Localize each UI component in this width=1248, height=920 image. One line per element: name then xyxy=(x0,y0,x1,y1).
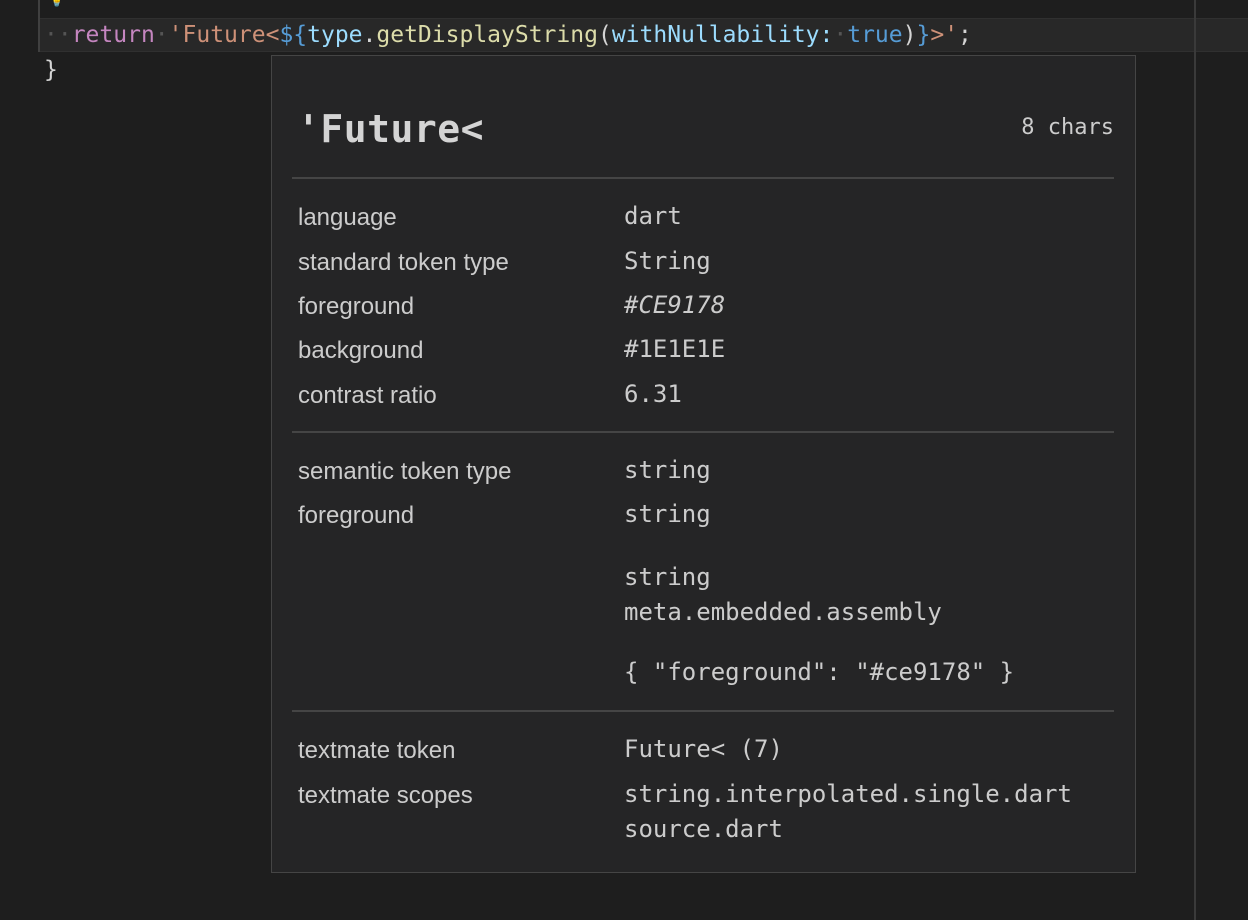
label-semantic-foreground: foreground xyxy=(298,502,415,529)
value-language: dart xyxy=(624,202,682,230)
row-background: background #1E1E1E xyxy=(298,331,1118,371)
code-line-return[interactable]: ··return·'Future<${type.getDisplayString… xyxy=(44,18,972,52)
row-standard-token-type: standard token type String xyxy=(298,243,1118,283)
boolean-literal: true xyxy=(847,22,903,48)
row-textmate-token: textmate token Future< (7) xyxy=(298,731,1118,771)
row-rule-selector-1: string xyxy=(298,559,1118,599)
value-rule-json: { "foreground": "#ce9178" } xyxy=(624,658,1015,686)
value-foreground: #CE9178 xyxy=(624,291,726,319)
row-language: language dart xyxy=(298,198,1118,238)
value-background: #1E1E1E xyxy=(624,335,726,363)
string-literal-end: >' xyxy=(930,22,959,48)
interpolation-open: ${ xyxy=(279,22,308,48)
closing-brace: } xyxy=(44,57,58,83)
hover-header: 'Future< 8 chars xyxy=(292,100,1114,160)
value-contrast-ratio: 6.31 xyxy=(624,380,682,408)
value-rule-selector-2: meta.embedded.assembly xyxy=(624,598,942,626)
row-textmate-scopes: textmate scopes string.interpolated.sing… xyxy=(298,776,1118,816)
row-rule-selector-2: meta.embedded.assembly xyxy=(298,594,1118,634)
label-textmate-scopes: textmate scopes xyxy=(298,782,473,809)
interpolation-close: } xyxy=(916,22,931,48)
row-foreground: foreground #CE9178 xyxy=(298,287,1118,327)
label-foreground: foreground xyxy=(298,293,415,320)
section-divider xyxy=(292,710,1114,712)
char-count: 8 chars xyxy=(1021,115,1114,140)
token-inspector-hover[interactable]: 'Future< 8 chars language dart standard … xyxy=(271,55,1136,873)
value-textmate-scope-2: source.dart xyxy=(624,815,783,843)
value-standard-token-type: String xyxy=(624,247,711,275)
section-divider xyxy=(292,177,1114,179)
value-rule-selector-1: string xyxy=(624,563,711,591)
paren-close: ) xyxy=(902,22,917,48)
indent-whitespace: ·· xyxy=(44,22,72,48)
label-language: language xyxy=(298,204,397,231)
editor-ruler xyxy=(1194,0,1196,920)
lightbulb-icon[interactable]: 💡 xyxy=(48,0,65,7)
label-semantic-token-type: semantic token type xyxy=(298,458,512,485)
token-text: 'Future< xyxy=(297,107,485,151)
label-contrast-ratio: contrast ratio xyxy=(298,382,437,409)
label-background: background xyxy=(298,337,424,364)
keyword-return: return xyxy=(71,22,155,48)
value-semantic-token-type: string xyxy=(624,456,711,484)
code-line-closing-brace[interactable]: } xyxy=(44,53,58,87)
whitespace-dot-2: · xyxy=(833,22,848,48)
identifier-type: type xyxy=(307,22,363,48)
string-literal-start: 'Future< xyxy=(168,22,280,48)
row-rule-json: { "foreground": "#ce9178" } xyxy=(298,654,1118,694)
named-parameter: withNullability: xyxy=(611,22,834,48)
method-name: getDisplayString xyxy=(376,22,598,48)
label-standard-token-type: standard token type xyxy=(298,249,509,276)
row-semantic-foreground: foreground string xyxy=(298,496,1118,536)
row-textmate-scope-2: source.dart xyxy=(298,811,1118,851)
value-textmate-scope-1: string.interpolated.single.dart xyxy=(624,780,1072,808)
value-textmate-token: Future< (7) xyxy=(624,735,783,763)
dot-operator: . xyxy=(362,22,377,48)
value-semantic-foreground: string xyxy=(624,500,711,528)
semicolon: ; xyxy=(958,22,972,48)
row-contrast-ratio: contrast ratio 6.31 xyxy=(298,376,1118,416)
label-textmate-token: textmate token xyxy=(298,737,456,764)
whitespace-dot: · xyxy=(154,22,169,48)
row-semantic-token-type: semantic token type string xyxy=(298,452,1118,492)
paren-open: ( xyxy=(597,22,612,48)
section-divider xyxy=(292,431,1114,433)
